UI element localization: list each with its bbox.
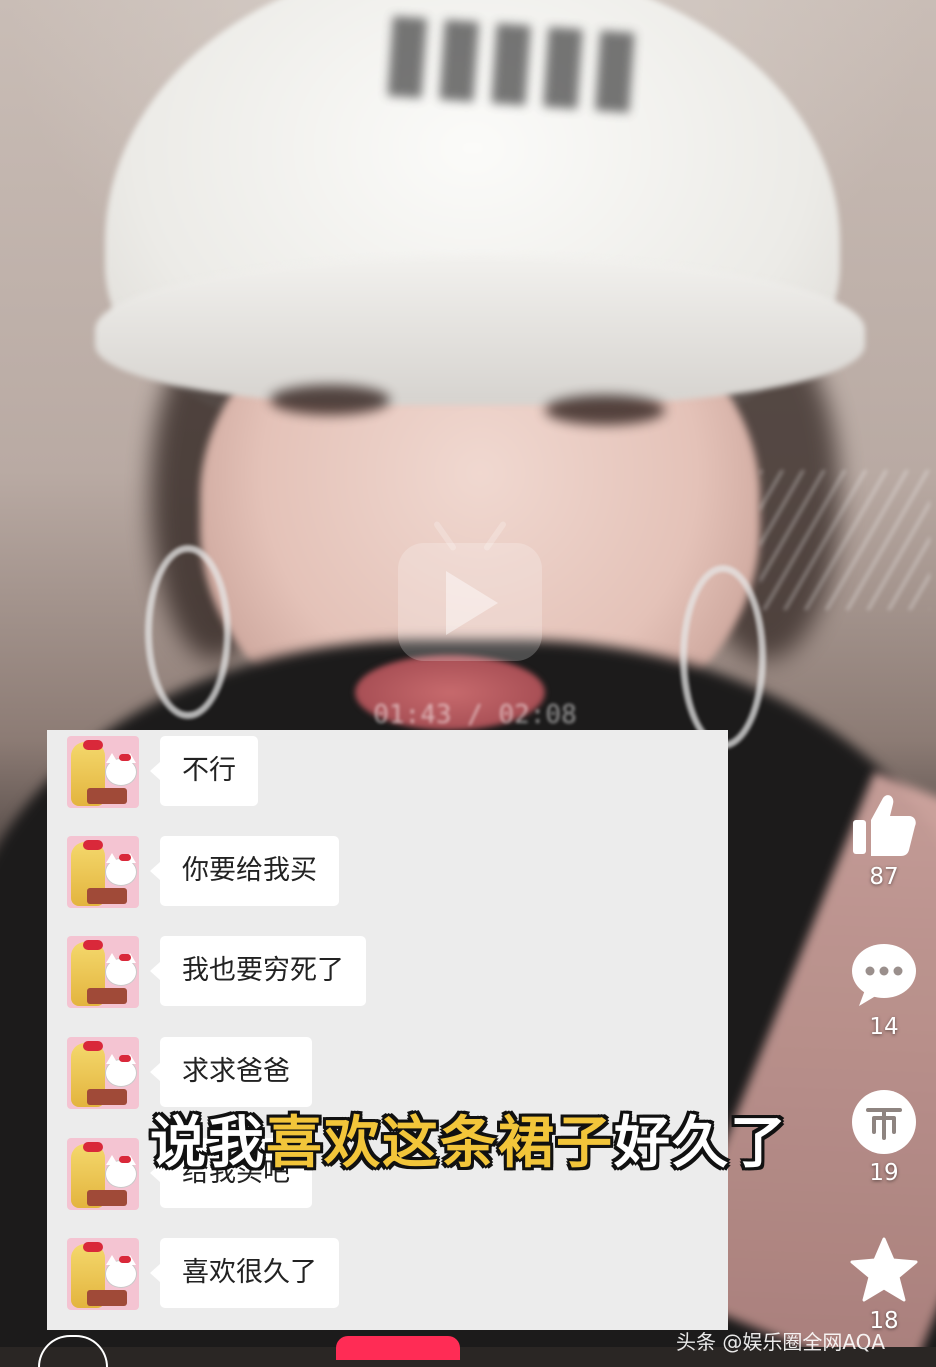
- subtitle-part: 说我: [150, 1111, 266, 1176]
- avatar: [67, 736, 139, 808]
- subtitle-highlight: 喜欢这条裙子: [266, 1111, 614, 1176]
- video-timestamp: 01:43 / 02:08: [373, 700, 577, 730]
- favorite-button[interactable]: 18: [846, 1236, 922, 1334]
- avatar: [67, 1138, 139, 1210]
- light-sparkle: [760, 470, 930, 610]
- coin-button[interactable]: 19: [846, 1088, 922, 1186]
- like-button[interactable]: 87: [846, 790, 922, 890]
- coin-count: 19: [869, 1160, 899, 1186]
- platform-watermark: 头条 @娱乐圈全网AQA: [676, 1330, 886, 1354]
- bottom-bar: 头条 @娱乐圈全网AQA: [0, 1330, 936, 1367]
- chat-bubble: 我也要穷死了: [150, 936, 366, 1006]
- chat-bubble: 喜欢很久了: [150, 1238, 339, 1308]
- avatar: [67, 1238, 139, 1310]
- follow-button[interactable]: [336, 1336, 460, 1360]
- thumbs-up-icon: [846, 790, 922, 860]
- comment-icon: [846, 940, 922, 1010]
- chat-screenshot-overlay: 不行 你要给我买 我也要穷死了 求求爸爸 给我买吧 喜欢很久了: [47, 730, 728, 1330]
- like-count: 87: [869, 864, 899, 890]
- comment-count: 14: [869, 1014, 899, 1040]
- left-eye: [270, 385, 390, 415]
- play-icon[interactable]: [398, 520, 542, 661]
- chat-bubble: 求求爸爸: [150, 1037, 312, 1107]
- chat-bubble: 不行: [150, 736, 258, 806]
- earring-right: [680, 565, 766, 749]
- author-avatar[interactable]: [38, 1335, 108, 1367]
- play-triangle-icon: [446, 571, 498, 635]
- avatar: [67, 1037, 139, 1109]
- cap-brim: [95, 255, 865, 405]
- earring-left: [145, 545, 231, 719]
- chat-bubble: 你要给我买: [150, 836, 339, 906]
- subtitle-part: 好久了: [614, 1111, 788, 1176]
- video-subtitle: 说我喜欢这条裙子好久了: [150, 1098, 788, 1179]
- star-icon: [846, 1236, 922, 1304]
- avatar: [67, 836, 139, 908]
- comment-button[interactable]: 14: [846, 940, 922, 1040]
- coin-icon: [846, 1088, 922, 1156]
- avatar: [67, 936, 139, 1008]
- right-eye: [545, 395, 665, 425]
